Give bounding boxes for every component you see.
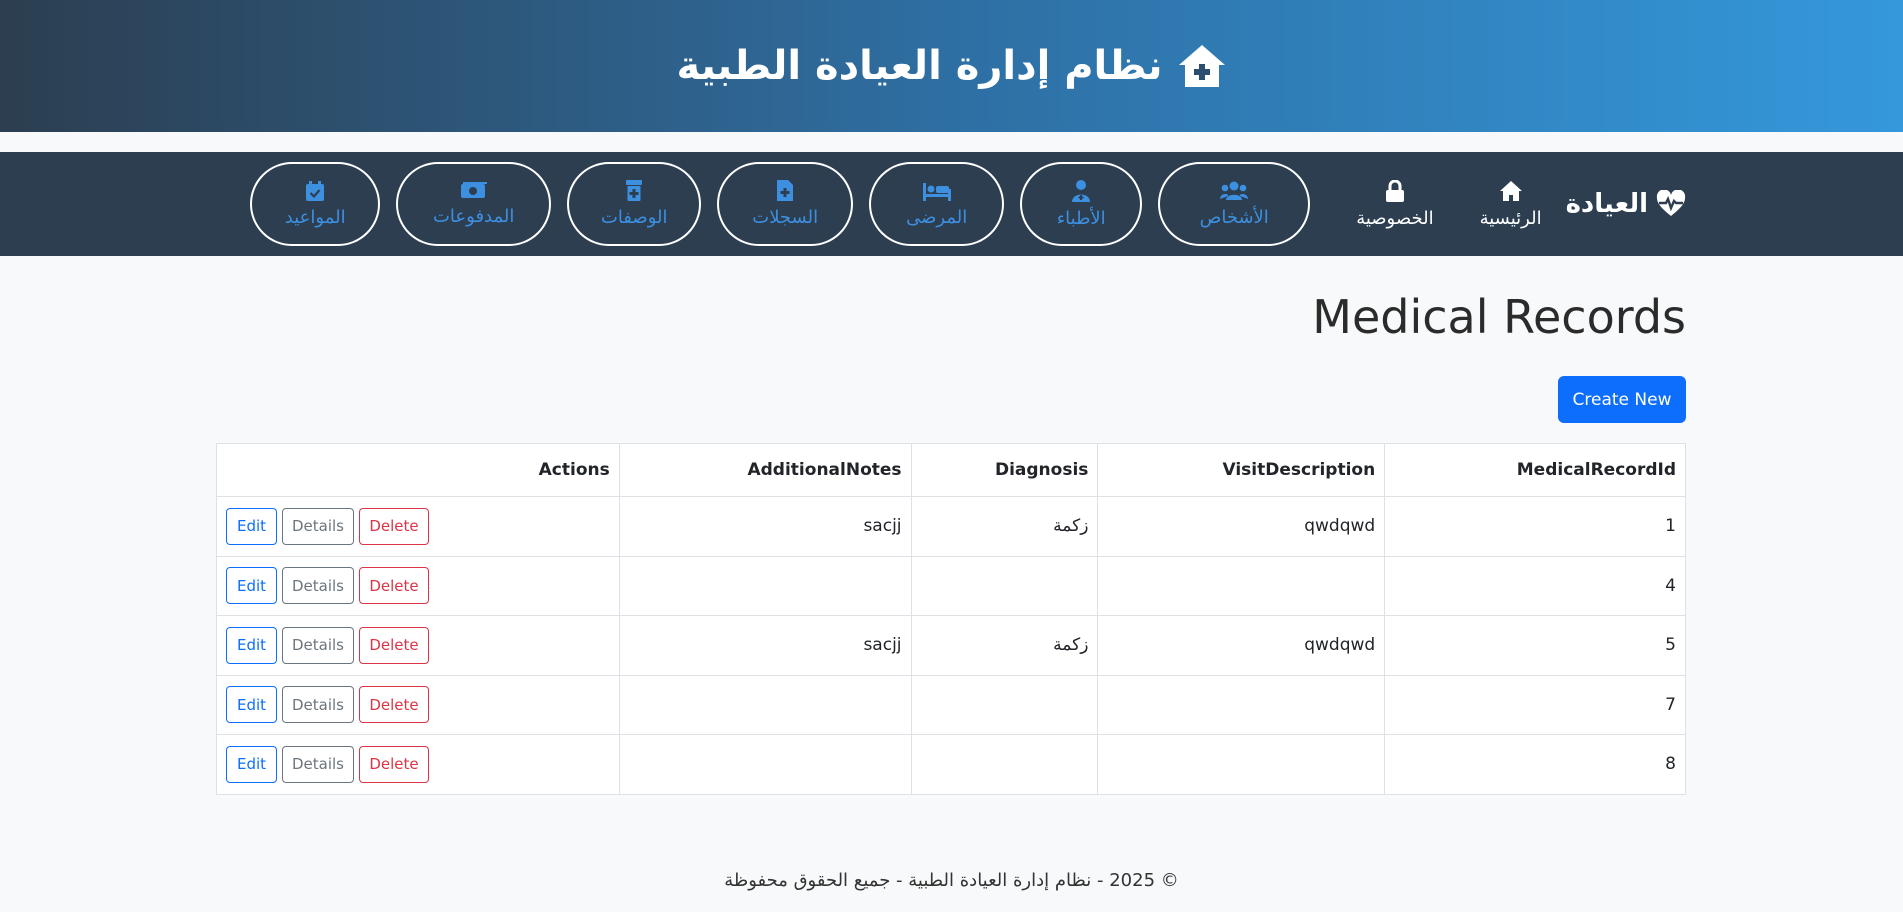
cell-record-id: 1 bbox=[1384, 496, 1686, 557]
table-row: 8 Edit Details Delete bbox=[216, 734, 1686, 795]
nav-payments-label: المدفوعات bbox=[432, 205, 515, 227]
cell-visit-description bbox=[1097, 555, 1386, 616]
page-title: Medical Records bbox=[1312, 290, 1686, 344]
nav-records-label: السجلات bbox=[752, 207, 819, 228]
details-button[interactable]: Details bbox=[282, 567, 354, 605]
cell-actions: Edit Details Delete bbox=[216, 615, 620, 676]
nav-records-pill[interactable]: السجلات bbox=[717, 162, 854, 246]
cell-visit-description bbox=[1097, 674, 1386, 735]
nav-prescriptions-label: الوصفات bbox=[600, 207, 668, 228]
create-new-button[interactable]: Create New bbox=[1558, 376, 1686, 423]
file-medical-icon bbox=[777, 180, 794, 201]
edit-button[interactable]: Edit bbox=[226, 745, 277, 783]
cell-actions: Edit Details Delete bbox=[216, 555, 620, 616]
header-actions: Actions bbox=[216, 443, 620, 497]
banner-title: نظام إدارة العيادة الطبية bbox=[676, 43, 1226, 89]
navbar-brand[interactable]: العيادة bbox=[1566, 189, 1686, 219]
details-button[interactable]: Details bbox=[282, 686, 354, 724]
delete-button[interactable]: Delete bbox=[359, 745, 429, 783]
nav-payments-pill[interactable]: المدفوعات bbox=[396, 162, 552, 246]
header-diagnosis: Diagnosis bbox=[910, 443, 1099, 497]
nav-prescriptions-pill[interactable]: الوصفات bbox=[567, 162, 702, 246]
house-medical-icon bbox=[1178, 45, 1225, 87]
user-doctor-icon bbox=[1072, 179, 1091, 202]
delete-button[interactable]: Delete bbox=[359, 686, 429, 724]
main-navbar: العيادة الرئيسية الخصوصية الأشخاص الأطبا… bbox=[0, 152, 1903, 256]
footer-copyright: © 2025 - نظام إدارة العيادة الطبية - جمي… bbox=[724, 870, 1179, 891]
nav-people-label: الأشخاص bbox=[1199, 206, 1269, 228]
nav-privacy-label: الخصوصية bbox=[1356, 207, 1434, 229]
cell-additional-notes bbox=[618, 555, 912, 616]
edit-button[interactable]: Edit bbox=[226, 507, 277, 545]
cell-actions: Edit Details Delete bbox=[216, 674, 620, 735]
cell-diagnosis bbox=[910, 734, 1099, 795]
users-icon bbox=[1220, 181, 1249, 200]
header-visit-description: VisitDescription bbox=[1097, 443, 1386, 497]
nav-appointments-label: المواعيد bbox=[284, 206, 346, 228]
money-icon bbox=[460, 181, 487, 198]
details-button[interactable]: Details bbox=[282, 745, 354, 783]
nav-doctors-label: الأطباء bbox=[1056, 207, 1106, 229]
cell-additional-notes bbox=[618, 734, 912, 795]
cell-visit-description: qwdqwd bbox=[1097, 496, 1386, 557]
edit-button[interactable]: Edit bbox=[226, 567, 277, 605]
navbar-brand-label: العيادة bbox=[1565, 189, 1648, 219]
medical-records-table: MedicalRecordId VisitDescription Diagnos… bbox=[216, 443, 1686, 795]
cell-additional-notes: sacjj bbox=[618, 615, 912, 676]
prescription-bottle-icon bbox=[626, 180, 643, 201]
cell-record-id: 5 bbox=[1384, 615, 1686, 676]
calendar-check-icon bbox=[306, 180, 325, 201]
cell-additional-notes bbox=[618, 674, 912, 735]
cell-diagnosis: زكمة bbox=[910, 496, 1099, 557]
delete-button[interactable]: Delete bbox=[359, 567, 429, 605]
table-row: 5 qwdqwd زكمة sacjj Edit Details Delete bbox=[216, 615, 1686, 676]
table-row: 1 qwdqwd زكمة sacjj Edit Details Delete bbox=[216, 496, 1686, 557]
cell-record-id: 4 bbox=[1384, 555, 1686, 616]
cell-record-id: 8 bbox=[1384, 734, 1686, 795]
app-banner: نظام إدارة العيادة الطبية bbox=[0, 0, 1903, 132]
table-row: 4 Edit Details Delete bbox=[216, 555, 1686, 616]
bed-patient-icon bbox=[922, 182, 951, 201]
details-button[interactable]: Details bbox=[282, 626, 354, 664]
heart-pulse-icon bbox=[1656, 190, 1686, 216]
edit-button[interactable]: Edit bbox=[226, 686, 277, 724]
cell-actions: Edit Details Delete bbox=[216, 496, 620, 557]
header-additional-notes: AdditionalNotes bbox=[618, 443, 912, 497]
house-icon bbox=[1499, 180, 1522, 201]
nav-patients-pill[interactable]: المرضى bbox=[869, 162, 1005, 246]
cell-diagnosis bbox=[910, 555, 1099, 616]
nav-home-link[interactable]: الرئيسية bbox=[1480, 180, 1542, 229]
table-row: 7 Edit Details Delete bbox=[216, 674, 1686, 735]
edit-button[interactable]: Edit bbox=[226, 626, 277, 664]
cell-diagnosis bbox=[910, 674, 1099, 735]
details-button[interactable]: Details bbox=[282, 507, 354, 545]
nav-doctors-pill[interactable]: الأطباء bbox=[1020, 162, 1143, 246]
lock-icon bbox=[1385, 179, 1404, 202]
cell-additional-notes: sacjj bbox=[618, 496, 912, 557]
delete-button[interactable]: Delete bbox=[359, 507, 429, 545]
nav-appointments-pill[interactable]: المواعيد bbox=[250, 162, 381, 246]
header-medical-record-id: MedicalRecordId bbox=[1384, 443, 1686, 497]
nav-home-label: الرئيسية bbox=[1479, 207, 1542, 229]
delete-button[interactable]: Delete bbox=[359, 626, 429, 664]
table-header-row: MedicalRecordId VisitDescription Diagnos… bbox=[216, 443, 1686, 497]
cell-record-id: 7 bbox=[1384, 674, 1686, 735]
cell-visit-description bbox=[1097, 734, 1386, 795]
banner-title-text: نظام إدارة العيادة الطبية bbox=[676, 43, 1163, 89]
nav-people-pill[interactable]: الأشخاص bbox=[1158, 162, 1311, 246]
cell-diagnosis: زكمة bbox=[910, 615, 1099, 676]
nav-privacy-link[interactable]: الخصوصية bbox=[1356, 179, 1434, 229]
cell-actions: Edit Details Delete bbox=[216, 734, 620, 795]
nav-patients-label: المرضى bbox=[906, 206, 968, 228]
cell-visit-description: qwdqwd bbox=[1097, 615, 1386, 676]
